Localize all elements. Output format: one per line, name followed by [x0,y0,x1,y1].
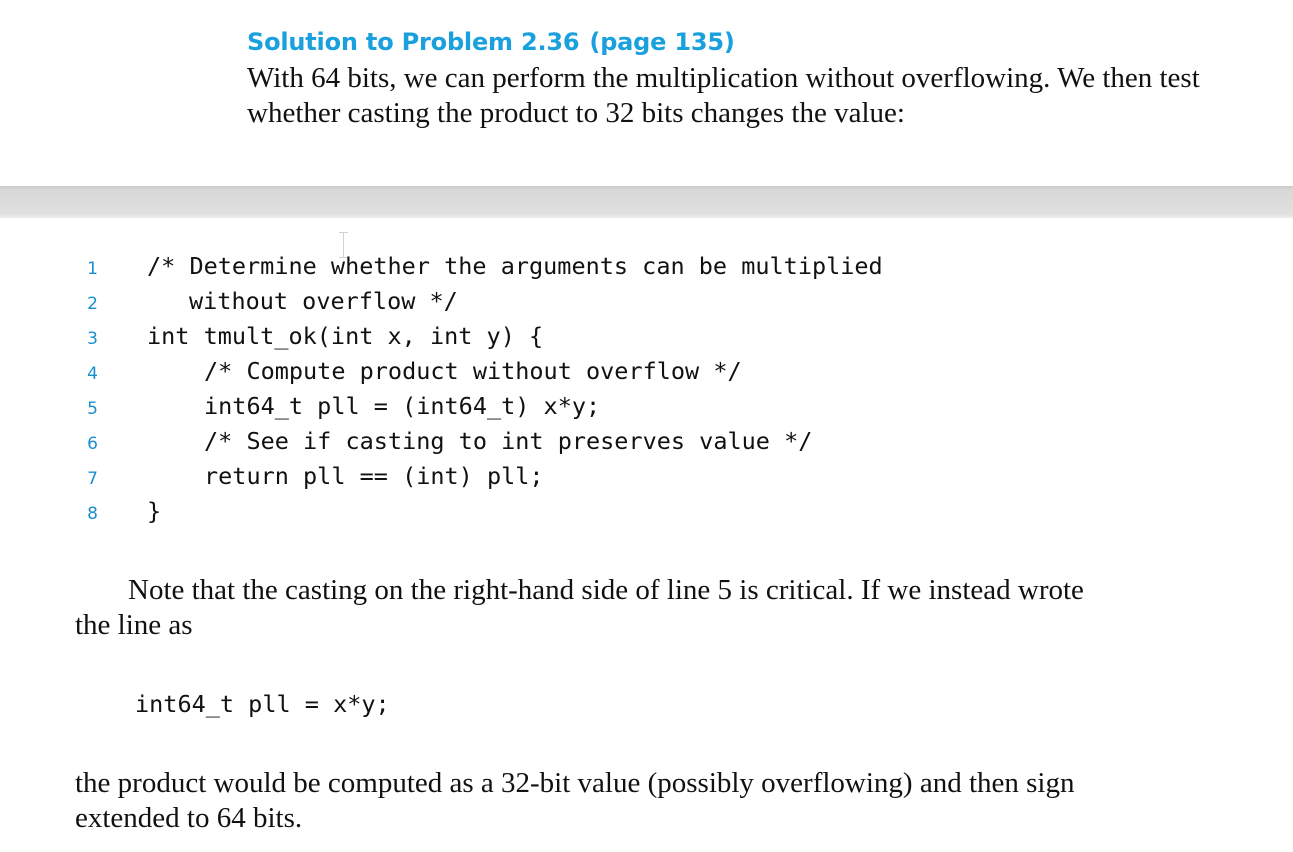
code-text: } [147,497,162,525]
solution-heading: Solution to Problem 2.36 (page 135) [247,28,735,56]
code-line: 7 return pll == (int) pll; [0,459,1293,494]
code-line: 2 without overflow */ [0,284,1293,319]
code-text: /* See if casting to int preserves value… [204,427,813,455]
line-number: 8 [87,504,98,524]
code-listing: 1 /* Determine whether the arguments can… [0,249,1293,529]
line-number: 6 [87,434,98,454]
code-text: without overflow */ [189,287,458,315]
line-number: 1 [87,259,98,279]
page-reference: (page 135) [589,28,735,56]
inline-code-example: int64_t pll = x*y; [135,690,390,718]
line-number: 7 [87,469,98,489]
line-number: 2 [87,294,98,314]
code-text: /* Compute product without overflow */ [204,357,742,385]
code-text: /* Determine whether the arguments can b… [147,252,883,280]
code-line: 8 } [0,494,1293,529]
conclusion-paragraph: the product would be computed as a 32-bi… [75,767,1075,834]
solution-title: Solution to Problem 2.36 [247,28,580,56]
code-line: 1 /* Determine whether the arguments can… [0,249,1293,284]
code-line: 4 /* Compute product without overflow */ [0,354,1293,389]
line-number: 5 [87,399,98,419]
code-text: return pll == (int) pll; [204,462,544,490]
code-text: int tmult_ok(int x, int y) { [147,322,544,350]
note-paragraph: Note that the casting on the right-hand … [75,574,1084,641]
line-number: 3 [87,329,98,349]
code-line: 3 int tmult_ok(int x, int y) { [0,319,1293,354]
code-line: 5 int64_t pll = (int64_t) x*y; [0,389,1293,424]
code-text: int64_t pll = (int64_t) x*y; [204,392,601,420]
page-divider [0,186,1293,218]
intro-paragraph: With 64 bits, we can perform the multipl… [247,62,1200,129]
code-line: 6 /* See if casting to int preserves val… [0,424,1293,459]
line-number: 4 [87,364,98,384]
